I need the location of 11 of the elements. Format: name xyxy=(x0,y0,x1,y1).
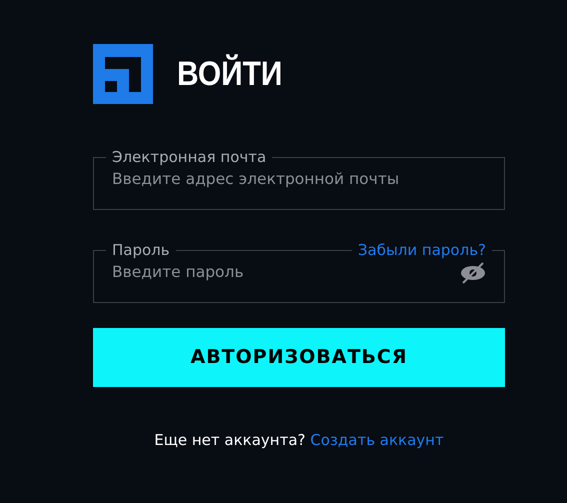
field-label: Электронная почта xyxy=(111,147,268,167)
password-input[interactable]: Введите пароль xyxy=(112,261,460,285)
hide-password-icon[interactable] xyxy=(460,262,486,284)
email-input[interactable]: Введите адрес электронной почты xyxy=(112,168,486,192)
page-title: ВОЙТИ xyxy=(177,53,282,94)
login-button[interactable]: АВТОРИЗОВАТЬСЯ xyxy=(93,328,505,387)
field-label: Пароль xyxy=(111,240,171,260)
logo-icon xyxy=(93,44,153,104)
create-account-link[interactable]: Создать аккаунт xyxy=(310,431,444,449)
forgot-password-link[interactable]: Забыли пароль? xyxy=(352,240,492,260)
signup-prompt: Еще нет аккаунта? xyxy=(154,431,306,449)
